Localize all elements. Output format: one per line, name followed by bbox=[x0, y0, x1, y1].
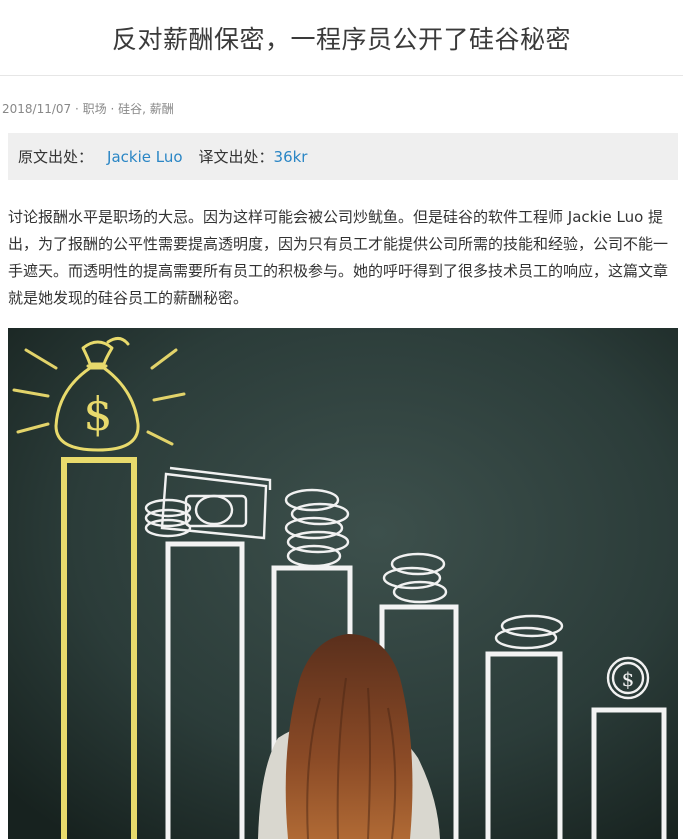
translation-source-link[interactable]: 36kr bbox=[274, 148, 308, 166]
original-author-link[interactable]: Jackie Luo bbox=[107, 148, 183, 166]
tag-link-silicon-valley[interactable]: 硅谷 bbox=[118, 102, 142, 116]
article-title: 反对薪酬保密，一程序员公开了硅谷秘密 bbox=[111, 24, 571, 54]
source-box: 原文出处： Jackie Luo 译文出处： 36kr bbox=[8, 133, 678, 180]
category-link[interactable]: 职场 bbox=[83, 102, 107, 116]
publish-date: 2018/11/07 bbox=[2, 102, 72, 116]
meta-separator: · bbox=[71, 102, 83, 116]
tag-comma: , bbox=[142, 102, 150, 116]
coin-dollar-sign: $ bbox=[622, 667, 635, 691]
tag-link-salary[interactable]: 薪酬 bbox=[150, 102, 174, 116]
article-meta: 2018/11/07 · 职场 · 硅谷, 薪酬 bbox=[2, 100, 174, 117]
article-intro: 讨论报酬水平是职场的大忌。因为这样可能会被公司炒鱿鱼。但是硅谷的软件工程师 Ja… bbox=[8, 208, 669, 307]
article-header: 反对薪酬保密，一程序员公开了硅谷秘密 bbox=[0, 0, 683, 76]
dollar-sign: $ bbox=[83, 387, 112, 441]
hero-image: $ $ bbox=[8, 328, 678, 839]
translation-source-label: 译文出处： bbox=[198, 148, 274, 166]
meta-separator: · bbox=[106, 102, 119, 116]
original-source-label: 原文出处： bbox=[18, 148, 94, 166]
chalkboard-illustration: $ $ bbox=[8, 328, 678, 839]
